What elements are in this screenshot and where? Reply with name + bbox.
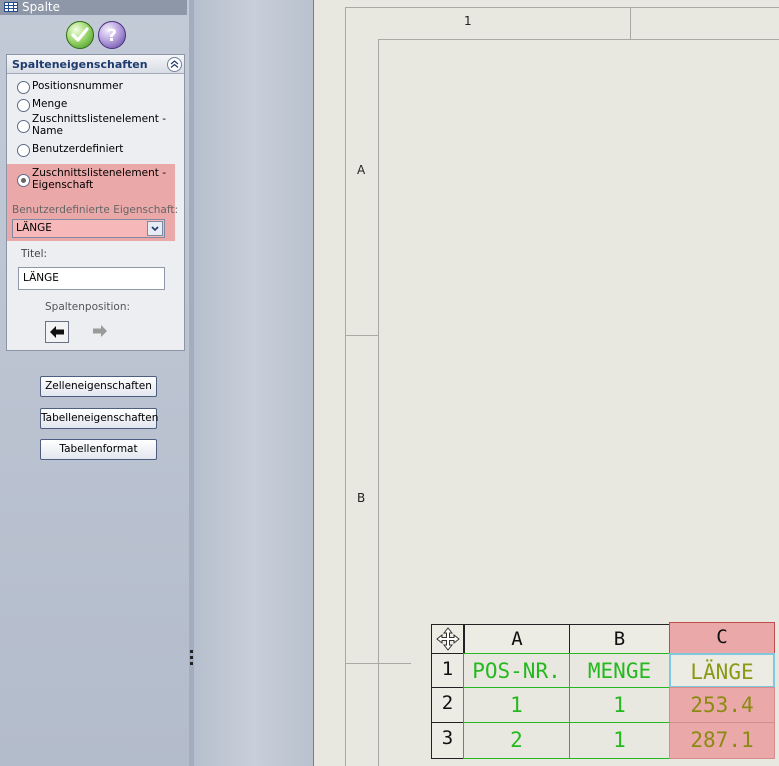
panel-title-bar: Spalte	[0, 0, 187, 15]
help-button[interactable]: ?	[98, 21, 126, 49]
zone-label-row: B	[357, 491, 366, 505]
table-properties-button[interactable]: Tabelleneigenschaften	[40, 408, 158, 429]
radio-positionsnummer[interactable]: Positionsnummer	[17, 80, 177, 94]
table-cell[interactable]: 1	[463, 687, 570, 723]
radio-zuschnitt-name[interactable]: Zuschnittslistenelement - Name	[17, 113, 177, 139]
title-input[interactable]: LÄNGE	[18, 267, 165, 290]
radio-benutzerdefiniert[interactable]: Benutzerdefiniert	[17, 143, 177, 157]
chevron-down-icon	[151, 226, 159, 232]
zone-label-row: A	[357, 163, 366, 177]
zone-divider	[345, 335, 378, 336]
chevron-up-icon	[170, 60, 179, 68]
panel-title: Spalte	[22, 0, 61, 14]
table-cell-selected[interactable]: 253.4	[669, 687, 775, 723]
move-arrows-icon	[436, 627, 460, 651]
radio-menge[interactable]: Menge	[17, 98, 177, 112]
row-header-1[interactable]: 1	[431, 653, 464, 688]
row-header-3[interactable]: 3	[431, 722, 464, 759]
custom-property-label: Benutzerdefinierte Eigenschaft:	[12, 204, 179, 216]
column-header-c-selected[interactable]: C	[669, 622, 775, 654]
arrow-left-icon	[50, 326, 64, 338]
title-input-value: LÄNGE	[23, 272, 59, 284]
radio-button[interactable]	[17, 99, 30, 112]
group-title: Spalteneigenschaften	[12, 58, 148, 71]
checkmark-icon	[71, 27, 89, 42]
move-column-left-button[interactable]	[45, 321, 69, 343]
table-move-handle[interactable]	[431, 624, 464, 654]
question-icon: ?	[107, 26, 117, 46]
property-manager: Spalte ? Spalteneigenschaften Positionsn…	[0, 0, 189, 766]
table-cell[interactable]: MENGE	[569, 653, 670, 688]
dropdown-button[interactable]	[147, 221, 163, 236]
table-cell[interactable]: 2	[463, 722, 570, 759]
radio-button[interactable]	[17, 144, 30, 157]
radio-button[interactable]	[17, 81, 30, 94]
radio-label: Benutzerdefiniert	[32, 143, 124, 155]
row-header-2[interactable]: 2	[431, 687, 464, 723]
viewport-background	[194, 0, 313, 766]
arrow-right-icon	[93, 325, 107, 337]
column-properties-group: Spalteneigenschaften Positionsnummer Men…	[6, 54, 185, 351]
table-cell[interactable]: 1	[569, 722, 670, 759]
zone-divider	[345, 663, 411, 664]
radio-label: Zuschnittslistenelement - Eigenschaft	[32, 167, 166, 191]
table-icon	[4, 2, 18, 12]
collapse-button[interactable]	[167, 57, 182, 72]
radio-label: Menge	[32, 98, 68, 110]
border-line	[345, 7, 779, 8]
zone-divider	[630, 7, 631, 39]
border-line	[345, 7, 346, 766]
column-header-b[interactable]: B	[569, 624, 670, 654]
radio-button[interactable]	[17, 120, 30, 133]
border-line	[378, 39, 379, 766]
column-header-a[interactable]: A	[464, 624, 570, 654]
zone-label-column: 1	[464, 14, 472, 28]
table-cell[interactable]: POS-NR.	[463, 653, 570, 688]
radio-button-selected[interactable]	[17, 174, 30, 187]
radio-zuschnitt-eigenschaft[interactable]: Zuschnittslistenelement - Eigenschaft	[17, 167, 177, 193]
table-cell-selected[interactable]: LÄNGE	[669, 653, 775, 688]
radio-label: Zuschnittslistenelement - Name	[32, 113, 166, 137]
title-label: Titel:	[21, 248, 48, 260]
cell-properties-button[interactable]: Zelleneigenschaften	[40, 376, 157, 397]
table-format-button[interactable]: Tabellenformat	[40, 439, 157, 460]
svg-text:?: ?	[107, 26, 117, 46]
column-position-label: Spaltenposition:	[45, 301, 131, 313]
custom-property-select[interactable]: LÄNGE	[12, 219, 165, 238]
radio-label: Positionsnummer	[32, 80, 123, 92]
border-line	[378, 39, 779, 40]
group-header[interactable]: Spalteneigenschaften	[7, 55, 184, 74]
move-column-right-button[interactable]	[89, 321, 111, 341]
table-cell-selected[interactable]: 287.1	[669, 722, 775, 759]
table-cell[interactable]: 1	[569, 687, 670, 723]
select-value: LÄNGE	[16, 222, 52, 234]
ok-button[interactable]	[66, 21, 94, 49]
